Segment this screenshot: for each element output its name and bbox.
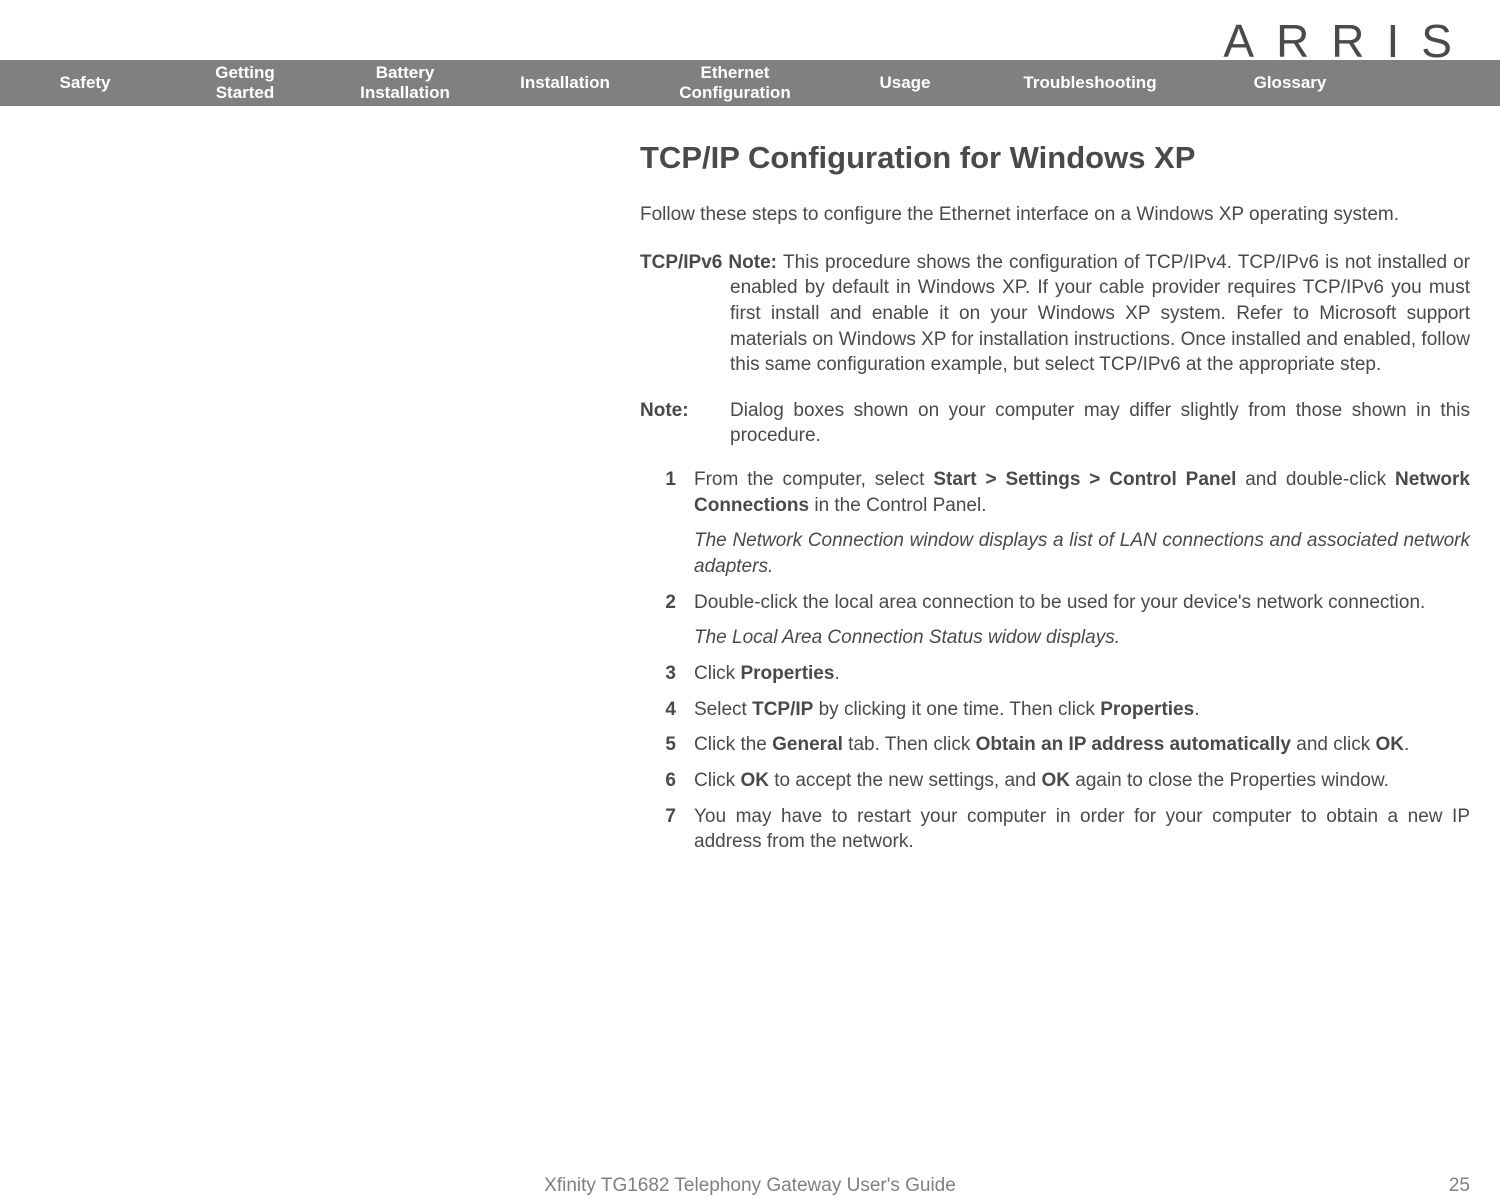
step-1: 1 From the computer, select Start > Sett…: [640, 467, 1470, 580]
nav-ethernet-configuration[interactable]: Ethernet Configuration: [640, 63, 830, 104]
step-body: Double-click the local area connection t…: [694, 590, 1470, 651]
nav-ethernet-l1: Ethernet: [701, 63, 770, 82]
general-note-label: Note:: [640, 398, 730, 449]
step-number: 6: [640, 768, 694, 794]
step-2: 2 Double-click the local area connection…: [640, 590, 1470, 651]
nav-getting-started[interactable]: Getting Started: [170, 63, 320, 104]
nav-battery-installation[interactable]: Battery Installation: [320, 63, 490, 104]
footer-doc-title: Xfinity TG1682 Telephony Gateway User's …: [0, 1175, 1500, 1197]
step-number: 5: [640, 732, 694, 758]
nav-installation[interactable]: Installation: [490, 73, 640, 93]
nav-getting-started-l2: Started: [216, 83, 275, 102]
tcpipv6-note: TCP/IPv6 Note: This procedure shows the …: [640, 250, 1470, 378]
top-nav: Safety Getting Started Battery Installat…: [0, 60, 1500, 106]
step-number: 3: [640, 661, 694, 687]
step-5: 5 Click the General tab. Then click Obta…: [640, 732, 1470, 758]
step-body: Click OK to accept the new settings, and…: [694, 768, 1470, 794]
step-6: 6 Click OK to accept the new settings, a…: [640, 768, 1470, 794]
nav-getting-started-l1: Getting: [215, 63, 275, 82]
step-3: 3 Click Properties.: [640, 661, 1470, 687]
step-list: 1 From the computer, select Start > Sett…: [640, 467, 1470, 855]
footer-page-number: 25: [1449, 1175, 1470, 1197]
step-result: The Network Connection window displays a…: [694, 528, 1470, 579]
step-7: 7 You may have to restart your computer …: [640, 804, 1470, 855]
step-body: You may have to restart your computer in…: [694, 804, 1470, 855]
page-heading: TCP/IP Configuration for Windows XP: [640, 140, 1470, 176]
nav-troubleshooting[interactable]: Troubleshooting: [980, 73, 1200, 93]
tcpipv6-note-body: This procedure shows the configuration o…: [730, 252, 1470, 376]
general-note-body: Dialog boxes shown on your computer may …: [730, 398, 1470, 449]
tcpipv6-note-label: TCP/IPv6 Note:: [640, 252, 783, 273]
nav-usage[interactable]: Usage: [830, 73, 980, 93]
step-body: Click the General tab. Then click Obtain…: [694, 732, 1470, 758]
intro-paragraph: Follow these steps to configure the Ethe…: [640, 202, 1470, 228]
content-area: TCP/IP Configuration for Windows XP Foll…: [640, 140, 1470, 865]
step-number: 4: [640, 697, 694, 723]
step-4: 4 Select TCP/IP by clicking it one time.…: [640, 697, 1470, 723]
step-number: 2: [640, 590, 694, 651]
nav-glossary[interactable]: Glossary: [1200, 73, 1380, 93]
step-number: 7: [640, 804, 694, 855]
nav-battery-l2: Installation: [360, 83, 450, 102]
step-body: From the computer, select Start > Settin…: [694, 467, 1470, 580]
nav-ethernet-l2: Configuration: [679, 83, 790, 102]
nav-battery-l1: Battery: [376, 63, 435, 82]
step-body: Click Properties.: [694, 661, 1470, 687]
nav-safety[interactable]: Safety: [0, 73, 170, 93]
step-body: Select TCP/IP by clicking it one time. T…: [694, 697, 1470, 723]
general-note: Note: Dialog boxes shown on your compute…: [640, 398, 1470, 449]
step-number: 1: [640, 467, 694, 580]
step-result: The Local Area Connection Status widow d…: [694, 625, 1470, 651]
